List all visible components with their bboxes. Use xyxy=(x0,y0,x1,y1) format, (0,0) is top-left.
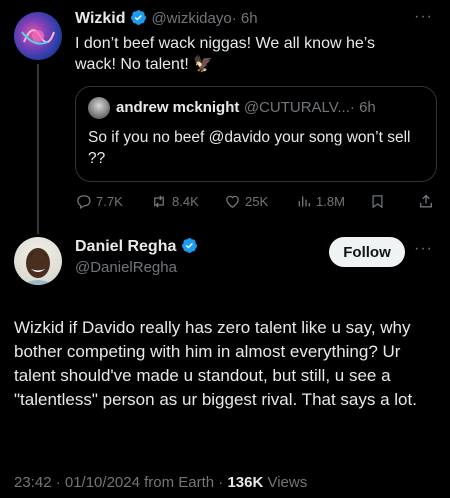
quoted-author-avatar xyxy=(88,97,110,119)
more-options-icon[interactable]: ··· xyxy=(414,240,433,258)
bookmark-button[interactable] xyxy=(370,193,385,210)
views-icon xyxy=(296,193,312,209)
reply-author-name-row: Daniel Regha xyxy=(75,237,198,259)
action-bar: 7.7K 8.4K 25K 1.8M xyxy=(75,191,437,211)
bookmark-icon xyxy=(370,193,385,210)
views-count: 136K xyxy=(227,474,264,491)
views-count: 1.8M xyxy=(316,193,345,209)
thread-connector-line xyxy=(37,64,39,234)
author-handle[interactable]: @wizkidayo xyxy=(151,10,231,27)
quoted-header: andrew mcknight @CUTURALV...· 6h xyxy=(116,99,376,117)
daniel-regha-avatar[interactable] xyxy=(14,237,62,285)
quoted-text: So if you no beef @davido your song won’… xyxy=(88,129,411,167)
views-label: Views xyxy=(263,474,308,491)
reply-tweet-text: Wizkid if Davido really has zero talent … xyxy=(14,318,417,409)
repost-icon xyxy=(150,193,168,210)
reply-button[interactable]: 7.7K xyxy=(75,193,123,210)
repost-count: 8.4K xyxy=(172,193,199,209)
tweet-time[interactable]: · 6h xyxy=(232,10,258,27)
verified-badge-icon xyxy=(181,237,198,259)
follow-button[interactable]: Follow xyxy=(329,237,405,267)
like-button[interactable]: 25K xyxy=(224,193,268,210)
timestamp[interactable]: 23:42 · 01/10/2024 from Earth · xyxy=(14,474,227,491)
views-button[interactable]: 1.8M xyxy=(296,193,345,209)
more-options-icon[interactable]: ··· xyxy=(414,8,433,26)
repost-button[interactable]: 8.4K xyxy=(150,193,199,210)
tweet-text: I don’t beef wack niggas! We all know he… xyxy=(75,35,376,73)
like-count: 25K xyxy=(245,193,269,209)
share-icon xyxy=(418,193,434,210)
like-icon xyxy=(224,193,241,210)
tweet-meta: 23:42 · 01/10/2024 from Earth · 136K Vie… xyxy=(14,474,307,491)
quoted-tweet[interactable]: andrew mcknight @CUTURALV...· 6h So if y… xyxy=(75,86,437,182)
share-button[interactable] xyxy=(418,193,434,210)
quoted-author-handle: @CUTURALV... xyxy=(243,99,350,116)
quoted-author-name: andrew mcknight xyxy=(116,99,240,116)
wizkid-avatar[interactable] xyxy=(14,12,62,60)
reply-count: 7.7K xyxy=(96,193,123,209)
reply-author-name[interactable]: Daniel Regha xyxy=(75,238,176,255)
tweet-header: Wizkid @wizkidayo· 6h xyxy=(75,9,258,31)
author-name[interactable]: Wizkid xyxy=(75,10,126,27)
verified-badge-icon xyxy=(130,9,147,31)
quoted-time: · 6h xyxy=(349,99,376,116)
reply-author-handle[interactable]: @DanielRegha xyxy=(75,259,177,276)
reply-icon xyxy=(75,193,92,210)
